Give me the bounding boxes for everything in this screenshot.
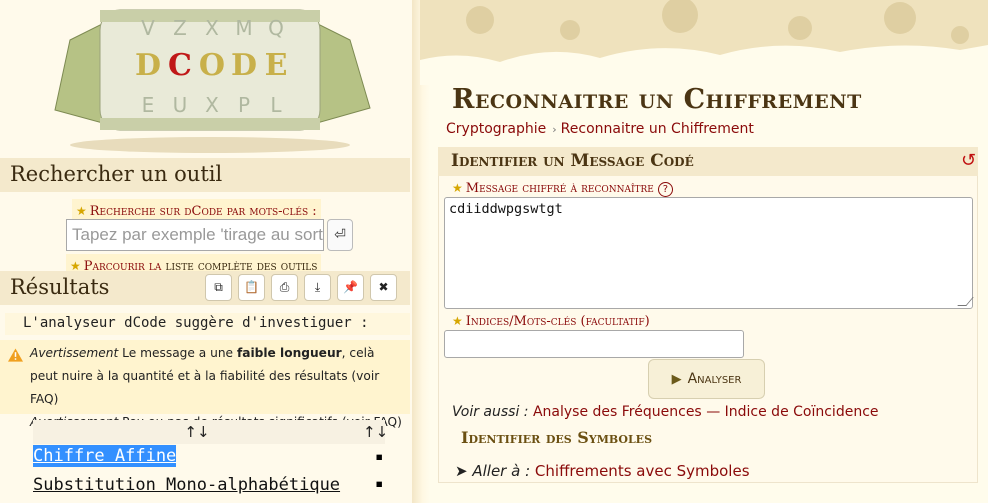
arrow-icon: ➤ xyxy=(455,462,468,480)
table-row: Substitution Mono-alphabétique ▪ xyxy=(33,471,385,498)
download-icon[interactable]: ⤓ xyxy=(304,274,331,301)
message-label-row: ★ Message chiffré à reconnaître? xyxy=(452,181,673,197)
parchment-banner xyxy=(420,0,988,85)
search-section-title: Rechercher un outil xyxy=(0,158,410,192)
warnings-box: Avertissement Le message a une faible lo… xyxy=(0,340,410,429)
copy-icon[interactable]: ⧉ xyxy=(205,274,232,301)
svg-text:X: X xyxy=(205,16,219,40)
breadcrumb-separator-icon: › xyxy=(552,123,557,136)
svg-text:O: O xyxy=(199,48,225,83)
go-to-row: ➤ Aller à : Chiffrements avec Symboles xyxy=(455,462,750,480)
hint-input[interactable] xyxy=(444,330,744,358)
paste-icon[interactable]: 📋 xyxy=(238,274,265,301)
coincidence-index-link[interactable]: Indice de Coïncidence xyxy=(725,404,879,420)
star-icon: ★ xyxy=(452,314,463,328)
message-textarea[interactable]: cdiiddwpgswtgt xyxy=(444,197,974,309)
frequency-analysis-link[interactable]: Analyse des Fréquences xyxy=(533,404,702,420)
analyse-button[interactable]: ▶ Analyser xyxy=(648,359,765,399)
svg-text:X: X xyxy=(205,93,219,117)
symbols-section-title: Identifier des Symboles xyxy=(461,428,653,447)
help-icon[interactable]: ? xyxy=(657,182,673,197)
result-mark: ▪ xyxy=(375,476,384,492)
breadcrumb-cryptographie[interactable]: Cryptographie xyxy=(446,121,546,137)
left-sidebar: D C O D E VZXMQ EUXPL Rechercher un outi… xyxy=(0,0,415,503)
result-link-affine[interactable]: Chiffre Affine xyxy=(33,445,177,467)
play-icon: ▶ xyxy=(671,372,682,387)
hint-label-row: ★ Indices/Mots-clés (facultatif) xyxy=(452,314,650,329)
svg-text:E: E xyxy=(265,48,288,83)
symbol-ciphers-link[interactable]: Chiffrements avec Symboles xyxy=(535,462,750,480)
svg-text:P: P xyxy=(238,93,250,117)
svg-text:E: E xyxy=(142,93,155,117)
svg-text:Z: Z xyxy=(173,16,187,40)
svg-text:D: D xyxy=(231,48,257,83)
sort-mark-header[interactable]: ↑↓ xyxy=(363,420,388,444)
analyser-suggestion-text: L'analyseur dCode suggère d'investiguer … xyxy=(5,313,410,335)
svg-text:L: L xyxy=(270,93,282,117)
svg-text:Q: Q xyxy=(268,16,284,40)
warning-icon xyxy=(8,348,23,362)
svg-text:C: C xyxy=(168,48,192,83)
close-icon[interactable]: ✖ xyxy=(370,274,397,301)
table-row: Chiffre Affine ▪ xyxy=(33,444,385,471)
sort-name-header[interactable]: ↑↓ xyxy=(33,420,361,444)
pin-icon[interactable]: 📌 xyxy=(337,274,364,301)
print-icon[interactable]: ⎙ xyxy=(271,274,298,301)
search-submit-button[interactable]: ⏎ xyxy=(327,219,353,251)
tool-search-input[interactable]: Tapez par exemple 'tirage au sort' xyxy=(66,219,324,251)
warning-length: Avertissement Le message a une faible lo… xyxy=(30,346,380,406)
keyword-search-label: ★ Recherche sur dCode par mots-clés : xyxy=(72,199,321,220)
svg-text:M: M xyxy=(235,16,252,40)
see-also-row: Voir aussi : Analyse des Fréquences — In… xyxy=(452,404,879,420)
dcode-logo[interactable]: D C O D E VZXMQ EUXPL xyxy=(40,0,380,155)
svg-text:U: U xyxy=(173,93,188,117)
results-table: ↑↓ ↑↓ Chiffre Affine ▪ Substitution Mono… xyxy=(33,420,388,498)
page-root: D C O D E VZXMQ EUXPL Rechercher un outi… xyxy=(0,0,988,503)
resize-grip-icon[interactable] xyxy=(957,297,974,306)
star-icon: ★ xyxy=(76,204,87,218)
svg-text:D: D xyxy=(135,48,161,83)
breadcrumb: Cryptographie › Reconnaitre un Chiffrement xyxy=(446,121,754,137)
page-title: Reconnaitre un Chiffrement xyxy=(452,84,862,115)
svg-text:V: V xyxy=(141,16,155,40)
results-toolbar: ⧉ 📋 ⎙ ⤓ 📌 ✖ xyxy=(205,274,397,301)
breadcrumb-current[interactable]: Reconnaitre un Chiffrement xyxy=(561,121,754,137)
result-link-substitution[interactable]: Substitution Mono-alphabétique xyxy=(33,472,340,499)
tool-header: Identifier un Message Codé xyxy=(438,147,978,176)
result-mark: ▪ xyxy=(375,449,384,465)
table-header: ↑↓ ↑↓ xyxy=(33,420,388,444)
reset-icon[interactable]: ↺ xyxy=(961,150,976,171)
star-icon: ★ xyxy=(452,181,463,195)
